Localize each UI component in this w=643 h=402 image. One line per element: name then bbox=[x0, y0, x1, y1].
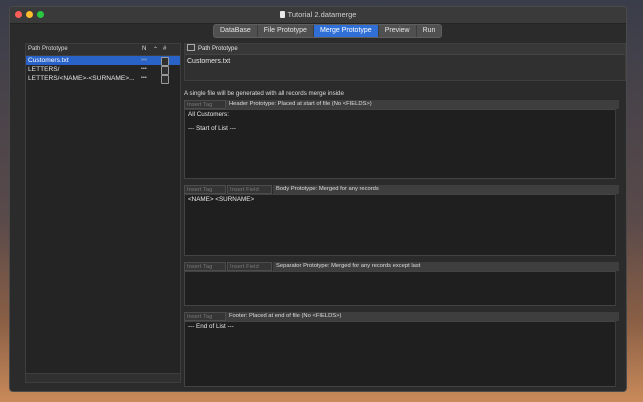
scrollbar[interactable] bbox=[615, 109, 624, 179]
separator-prototype-editor[interactable] bbox=[184, 271, 616, 306]
tab-file-prototype[interactable]: File Prototype bbox=[258, 25, 314, 37]
separator-prototype-section: Insert Tag Insert Field Separator Protot… bbox=[184, 262, 624, 307]
list-icon bbox=[187, 44, 195, 51]
column-header-hash[interactable]: # bbox=[163, 46, 166, 52]
body-prototype-section: Insert Tag Insert Field Body Prototype: … bbox=[184, 185, 624, 257]
title-bar: Tutorial 2.datamerge bbox=[10, 7, 626, 24]
header-prototype-label: Header Prototype: Placed at start of fil… bbox=[226, 100, 619, 109]
tab-run[interactable]: Run bbox=[417, 25, 442, 37]
tab-preview[interactable]: Preview bbox=[379, 25, 417, 37]
insert-tag-dropdown[interactable]: Insert Tag bbox=[184, 262, 226, 271]
merge-note: A single file will be generated with all… bbox=[184, 90, 344, 97]
insert-tag-dropdown[interactable]: Insert Tag bbox=[184, 312, 226, 321]
scrollbar[interactable] bbox=[615, 194, 624, 256]
tab-merge-prototype[interactable]: Merge Prototype bbox=[313, 25, 379, 37]
list-item[interactable]: LETTERS/<NAME>-<SURNAME>... ▪▪▪ bbox=[26, 74, 180, 84]
insert-tag-dropdown[interactable]: Insert Tag bbox=[184, 100, 226, 109]
body-prototype-label: Body Prototype: Merged for any records bbox=[273, 185, 619, 194]
footer-section: Insert Tag Footer: Placed at end of file… bbox=[184, 312, 624, 388]
list-footer bbox=[26, 373, 180, 382]
list-item[interactable]: Customers.txt »« bbox=[26, 56, 180, 66]
app-window: Tutorial 2.datamerge DataBase File Proto… bbox=[9, 6, 627, 392]
separator-prototype-label: Separator Prototype: Merged for any reco… bbox=[273, 262, 619, 271]
insert-tag-dropdown[interactable]: Insert Tag bbox=[184, 185, 226, 194]
list-item[interactable]: LETTERS/ ▪▪▪ bbox=[26, 65, 180, 75]
header-prototype-editor[interactable]: All Customers: --- Start of List --- bbox=[184, 109, 616, 179]
scrollbar[interactable] bbox=[615, 321, 624, 387]
footer-label: Footer: Placed at end of file (No <FIELD… bbox=[226, 312, 619, 321]
path-prototype-box: Path Prototype Customers.txt bbox=[184, 43, 626, 81]
document-icon bbox=[279, 11, 285, 18]
list-header: Path Prototype N ⌃ # bbox=[26, 44, 180, 56]
path-prototype-header: Path Prototype bbox=[185, 44, 625, 55]
footer-editor[interactable]: --- End of List --- bbox=[184, 321, 616, 387]
tab-bar: DataBase File Prototype Merge Prototype … bbox=[213, 24, 443, 38]
path-prototype-list: Path Prototype N ⌃ # Customers.txt »« LE… bbox=[25, 43, 181, 383]
insert-field-dropdown[interactable]: Insert Field bbox=[227, 185, 272, 194]
tab-database[interactable]: DataBase bbox=[214, 25, 258, 37]
body-prototype-editor[interactable]: <NAME> <SURNAME> bbox=[184, 194, 616, 256]
insert-field-dropdown[interactable]: Insert Field bbox=[227, 262, 272, 271]
window-title: Tutorial 2.datamerge bbox=[10, 10, 626, 19]
column-header-n[interactable]: N bbox=[142, 46, 146, 52]
column-header-sort[interactable]: ⌃ bbox=[153, 46, 158, 53]
scrollbar[interactable] bbox=[615, 271, 624, 306]
file-icon bbox=[161, 75, 169, 84]
path-prototype-value[interactable]: Customers.txt bbox=[187, 58, 230, 65]
column-header-path[interactable]: Path Prototype bbox=[28, 46, 68, 52]
header-prototype-section: Insert Tag Header Prototype: Placed at s… bbox=[184, 100, 624, 180]
